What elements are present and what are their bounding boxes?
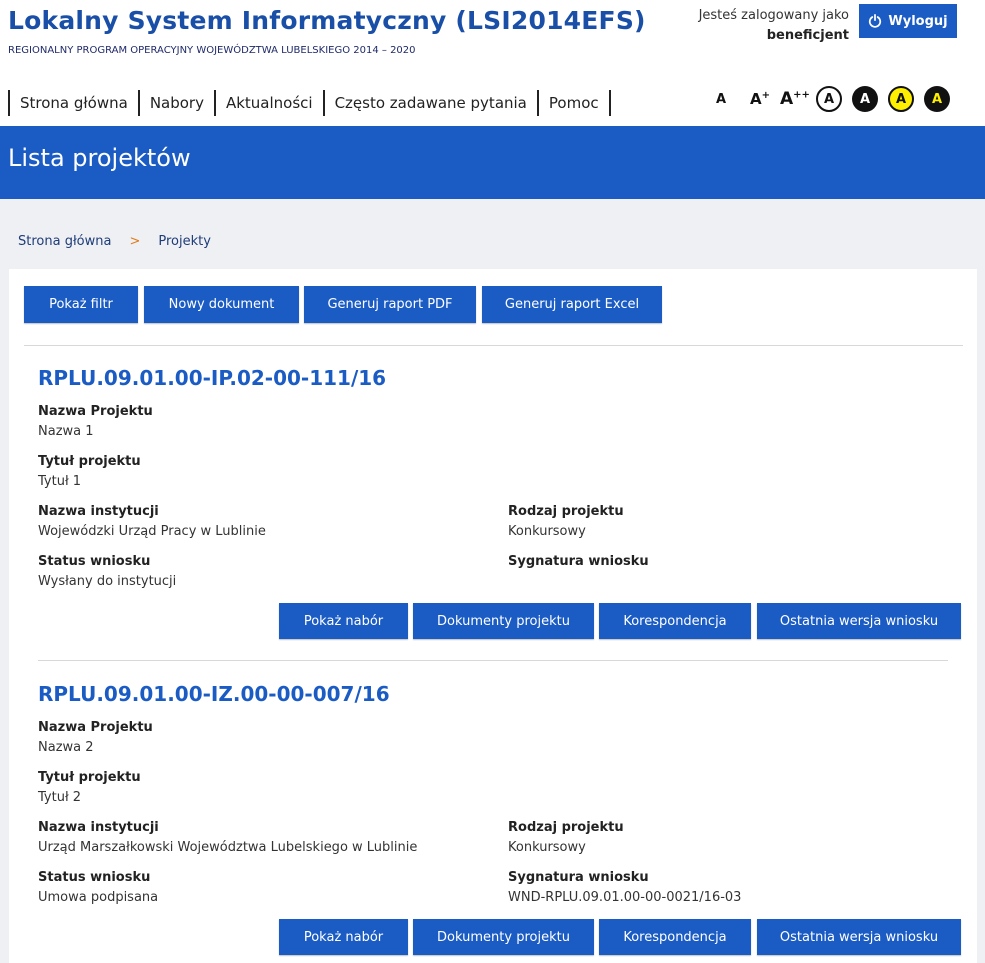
correspondence-button[interactable]: Korespondencja (599, 919, 751, 955)
generate-pdf-report-button[interactable]: Generuj raport PDF (304, 286, 476, 323)
institution-label: Nazwa instytucji (38, 820, 159, 835)
status-value: Umowa podpisana (38, 890, 159, 905)
site-subtitle: REGIONALNY PROGRAM OPERACYJNY WOJEWÓDZTW… (8, 45, 416, 56)
contrast-black-white-button[interactable]: A (852, 86, 878, 112)
project-type-label: Rodzaj projektu (508, 820, 624, 835)
site-title: Lokalny System Informatyczny (LSI2014EFS… (8, 6, 646, 35)
login-info: Jesteś zalogowany jako beneficjent (699, 6, 849, 46)
login-prefix: Jesteś zalogowany jako (698, 8, 849, 23)
signature-label: Sygnatura wniosku (508, 870, 649, 885)
breadcrumb-home-link[interactable]: Strona główna (18, 234, 111, 249)
project-name-label: Nazwa Projektu (38, 720, 153, 735)
page-title: Lista projektów (8, 144, 191, 172)
nav-item-help[interactable]: Pomoc (536, 90, 611, 116)
institution-value: Urząd Marszałkowski Województwa Lubelski… (38, 840, 418, 855)
project-documents-button[interactable]: Dokumenty projektu (413, 603, 594, 639)
logout-label: Wyloguj (888, 13, 948, 29)
project-documents-button[interactable]: Dokumenty projektu (413, 919, 594, 955)
project-type-value: Konkursowy (508, 840, 586, 855)
last-version-button[interactable]: Ostatnia wersja wniosku (757, 919, 961, 955)
generate-excel-report-button[interactable]: Generuj raport Excel (482, 286, 662, 323)
institution-value: Wojewódzki Urząd Pracy w Lublinie (38, 524, 266, 539)
project-name-value: Nazwa 2 (38, 740, 94, 755)
divider (38, 660, 948, 661)
nav-item-home[interactable]: Strona główna (8, 90, 138, 116)
font-size-normal-label: A (715, 91, 727, 107)
accessibility-controls: A A+ A++ A A A A (710, 86, 950, 112)
font-size-larger-sup: + (761, 90, 770, 101)
font-size-largest-sup: ++ (793, 89, 810, 101)
status-label: Status wniosku (38, 870, 151, 885)
project-title-label: Tytuł projektu (38, 454, 141, 469)
project-number-link[interactable]: RPLU.09.01.00-IP.02-00-111/16 (38, 366, 386, 390)
project-number-link[interactable]: RPLU.09.01.00-IZ.00-00-007/16 (38, 682, 390, 706)
project-title-value: Tytuł 2 (38, 790, 82, 805)
font-size-largest-label: A (780, 89, 794, 109)
show-call-button[interactable]: Pokaż nabór (279, 603, 408, 639)
nav-item-calls[interactable]: Nabory (137, 90, 214, 116)
page-banner: Lista projektów (0, 126, 985, 199)
nav-item-news[interactable]: Aktualności (213, 90, 323, 116)
font-size-normal-button[interactable]: A (710, 92, 732, 107)
font-size-largest-button[interactable]: A++ (780, 89, 810, 109)
divider (24, 345, 963, 346)
signature-value: WND-RPLU.09.01.00-00-0021/16-03 (508, 890, 742, 905)
breadcrumb-separator: > (129, 234, 141, 249)
login-role: beneficjent (766, 28, 849, 43)
nav-item-faq[interactable]: Często zadawane pytania (322, 90, 537, 116)
status-label: Status wniosku (38, 554, 151, 569)
show-filter-button[interactable]: Pokaż filtr (24, 286, 138, 323)
breadcrumb: Strona główna > Projekty (18, 234, 211, 249)
status-value: Wysłany do instytucji (38, 574, 177, 589)
project-name-value: Nazwa 1 (38, 424, 94, 439)
show-call-button[interactable]: Pokaż nabór (279, 919, 408, 955)
last-version-button[interactable]: Ostatnia wersja wniosku (757, 603, 961, 639)
project-type-label: Rodzaj projektu (508, 504, 624, 519)
correspondence-button[interactable]: Korespondencja (599, 603, 751, 639)
signature-label: Sygnatura wniosku (508, 554, 649, 569)
font-size-larger-button[interactable]: A+ (748, 90, 772, 108)
font-size-larger-label: A (750, 90, 762, 108)
project-title-value: Tytuł 1 (38, 474, 82, 489)
main-nav: Strona główna Nabory Aktualności Często … (8, 90, 611, 116)
project-name-label: Nazwa Projektu (38, 404, 153, 419)
institution-label: Nazwa instytucji (38, 504, 159, 519)
contrast-black-yellow-button[interactable]: A (924, 86, 950, 112)
project-title-label: Tytuł projektu (38, 770, 141, 785)
logout-button[interactable]: Wyloguj (859, 4, 957, 38)
breadcrumb-current[interactable]: Projekty (158, 234, 211, 249)
new-document-button[interactable]: Nowy dokument (144, 286, 299, 323)
contrast-default-button[interactable]: A (816, 86, 842, 112)
contrast-yellow-black-button[interactable]: A (888, 86, 914, 112)
project-type-value: Konkursowy (508, 524, 586, 539)
power-icon (869, 14, 882, 28)
